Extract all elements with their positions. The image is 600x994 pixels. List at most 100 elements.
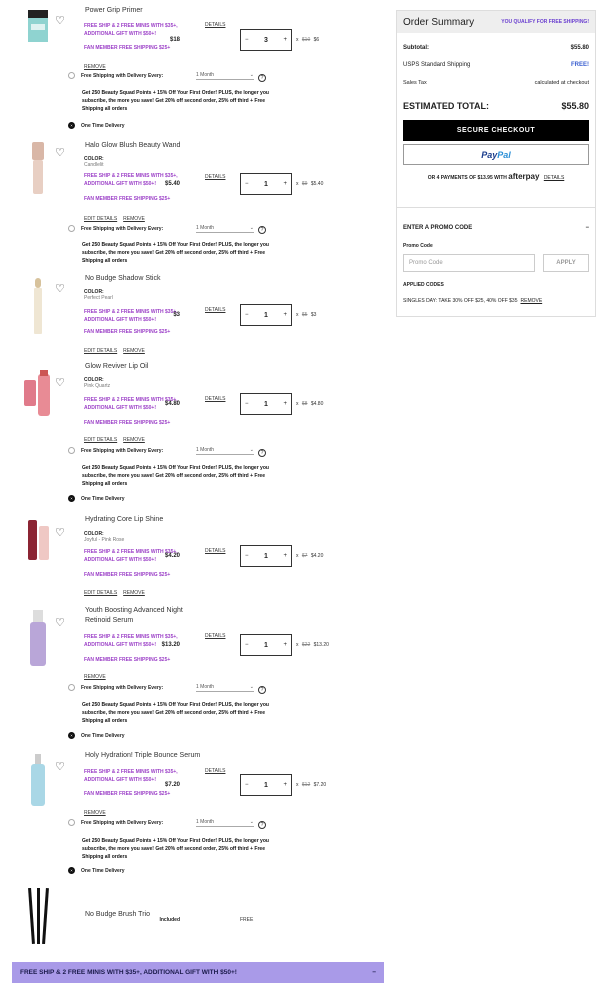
promo-code-toggle[interactable]: ENTER A PROMO CODE − [403,225,589,231]
promo-code-input[interactable]: Promo Code [403,254,535,272]
details-link[interactable]: DETAILS [205,22,225,28]
subscribe-option[interactable]: Free Shipping with Delivery Every: [68,819,163,826]
help-icon[interactable]: ? [258,686,266,694]
wishlist-heart-icon[interactable]: ♡ [55,378,65,389]
edit-details-link[interactable]: EDIT DETAILS [84,348,117,354]
quantity-stepper[interactable]: − 1 + [240,173,292,195]
radio-subscribe[interactable] [68,72,75,79]
product-name[interactable]: Hydrating Core Lip Shine [85,515,205,525]
quantity-value[interactable]: 1 [264,312,268,319]
increment-button[interactable]: + [283,553,287,559]
decrement-button[interactable]: − [245,782,249,788]
product-name[interactable]: Power Grip Primer [85,6,205,16]
product-image[interactable] [24,520,52,566]
decrement-button[interactable]: − [245,37,249,43]
details-link[interactable]: DETAILS [205,396,225,402]
collapse-icon[interactable]: − [585,225,589,231]
frequency-select[interactable]: 1 Month ⌄ [196,684,254,692]
radio-subscribe[interactable] [68,447,75,454]
details-link[interactable]: DETAILS [205,174,225,180]
product-image[interactable] [24,142,52,194]
radio-subscribe[interactable] [68,225,75,232]
product-image[interactable] [24,610,52,666]
increment-button[interactable]: + [283,401,287,407]
quantity-value[interactable]: 1 [264,401,268,408]
quantity-value[interactable]: 3 [264,37,268,44]
product-name[interactable]: Youth Boosting Advanced Night Retinoid S… [85,606,205,626]
frequency-select[interactable]: 1 Month ⌄ [196,447,254,455]
product-name[interactable]: No Budge Shadow Stick [85,274,205,284]
subscribe-option[interactable]: Free Shipping with Delivery Every: [68,72,163,79]
edit-details-link[interactable]: EDIT DETAILS [84,437,117,443]
wishlist-heart-icon[interactable]: ♡ [55,148,65,159]
quantity-value[interactable]: 1 [264,642,268,649]
help-icon[interactable]: ? [258,226,266,234]
subscribe-option[interactable]: Free Shipping with Delivery Every: [68,684,163,691]
subscribe-option[interactable]: Free Shipping with Delivery Every: [68,225,163,232]
remove-link[interactable]: REMOVE [84,674,106,680]
one-time-option[interactable]: One Time Delivery [68,732,125,739]
frequency-select[interactable]: 1 Month ⌄ [196,225,254,233]
radio-one-time[interactable] [68,122,75,129]
quantity-value[interactable]: 1 [264,782,268,789]
wishlist-heart-icon[interactable]: ♡ [55,618,65,629]
remove-link[interactable]: REMOVE [84,810,106,816]
promo-banner[interactable]: FREE SHIP & 2 FREE MINIS WITH $35+, ADDI… [12,962,384,983]
product-image[interactable] [24,10,52,42]
product-name[interactable]: Halo Glow Blush Beauty Wand [85,141,205,151]
details-link[interactable]: DETAILS [205,633,225,639]
radio-one-time[interactable] [68,867,75,874]
quantity-stepper[interactable]: − 1 + [240,304,292,326]
increment-button[interactable]: + [283,782,287,788]
decrement-button[interactable]: − [245,312,249,318]
product-image[interactable] [24,887,52,945]
frequency-select[interactable]: 1 Month ⌄ [196,72,254,80]
decrement-button[interactable]: − [245,401,249,407]
wishlist-heart-icon[interactable]: ♡ [55,762,65,773]
remove-link[interactable]: REMOVE [123,348,145,354]
remove-link[interactable]: REMOVE [84,64,106,70]
details-link[interactable]: DETAILS [205,548,225,554]
details-link[interactable]: DETAILS [205,768,225,774]
help-icon[interactable]: ? [258,74,266,82]
product-image[interactable] [24,278,52,334]
increment-button[interactable]: + [283,181,287,187]
wishlist-heart-icon[interactable]: ♡ [55,16,65,27]
quantity-value[interactable]: 1 [264,553,268,560]
product-image[interactable] [24,370,52,420]
one-time-option[interactable]: One Time Delivery [68,495,125,502]
radio-one-time[interactable] [68,495,75,502]
quantity-stepper[interactable]: − 1 + [240,393,292,415]
increment-button[interactable]: + [283,642,287,648]
edit-details-link[interactable]: EDIT DETAILS [84,216,117,222]
one-time-option[interactable]: One Time Delivery [68,867,125,874]
wishlist-heart-icon[interactable]: ♡ [55,528,65,539]
quantity-stepper[interactable]: − 1 + [240,774,292,796]
increment-button[interactable]: + [283,312,287,318]
quantity-stepper[interactable]: − 1 + [240,634,292,656]
decrement-button[interactable]: − [245,181,249,187]
secure-checkout-button[interactable]: SECURE CHECKOUT [403,120,589,141]
banner-collapse-icon[interactable]: − [372,969,376,976]
product-name[interactable]: Holy Hydration! Triple Bounce Serum [85,751,205,761]
help-icon[interactable]: ? [258,821,266,829]
remove-link[interactable]: REMOVE [123,437,145,443]
frequency-select[interactable]: 1 Month ⌄ [196,819,254,827]
decrement-button[interactable]: − [245,642,249,648]
afterpay-details-link[interactable]: DETAILS [544,175,564,181]
product-name[interactable]: Glow Reviver Lip Oil [85,362,205,372]
remove-code-link[interactable]: REMOVE [521,298,543,304]
help-icon[interactable]: ? [258,449,266,457]
decrement-button[interactable]: − [245,553,249,559]
radio-subscribe[interactable] [68,684,75,691]
paypal-button[interactable]: Pay Pal [403,144,589,165]
apply-button[interactable]: APPLY [543,254,589,272]
increment-button[interactable]: + [283,37,287,43]
edit-details-link[interactable]: EDIT DETAILS [84,590,117,596]
one-time-option[interactable]: One Time Delivery [68,122,125,129]
radio-one-time[interactable] [68,732,75,739]
product-name[interactable]: No Budge Brush Trio [85,910,205,920]
quantity-value[interactable]: 1 [264,181,268,188]
product-image[interactable] [24,754,52,806]
wishlist-heart-icon[interactable]: ♡ [55,284,65,295]
